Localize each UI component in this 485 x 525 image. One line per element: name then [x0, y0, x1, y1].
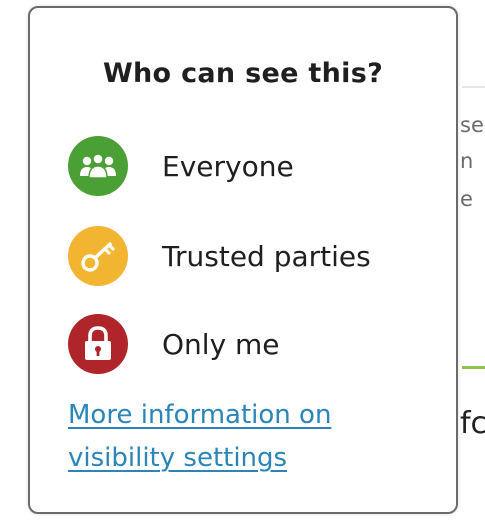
visibility-option-everyone[interactable]: Everyone — [68, 136, 294, 196]
group-icon — [68, 136, 128, 196]
visibility-info-link[interactable]: More information on visibility settings — [68, 394, 428, 480]
option-label-trusted-parties: Trusted parties — [162, 239, 371, 273]
background-text-bottom: fc — [460, 406, 485, 441]
visibility-option-trusted-parties[interactable]: Trusted parties — [68, 226, 371, 286]
background-text-line-1: se — [460, 113, 484, 137]
lock-icon — [68, 314, 128, 374]
screen: se n e fc Who can see this? Everyone Tru… — [0, 0, 485, 525]
visibility-option-only-me[interactable]: Only me — [68, 314, 280, 374]
option-label-only-me: Only me — [162, 327, 280, 361]
background-text-line-2: n — [460, 149, 474, 173]
key-icon — [68, 226, 128, 286]
option-label-everyone: Everyone — [162, 149, 294, 183]
background-accent-line — [462, 366, 485, 369]
background-text-line-3: e — [460, 187, 473, 211]
background-divider — [462, 86, 485, 88]
visibility-popover: Who can see this? Everyone Trusted parti… — [28, 6, 458, 514]
popover-title: Who can see this? — [102, 58, 384, 89]
